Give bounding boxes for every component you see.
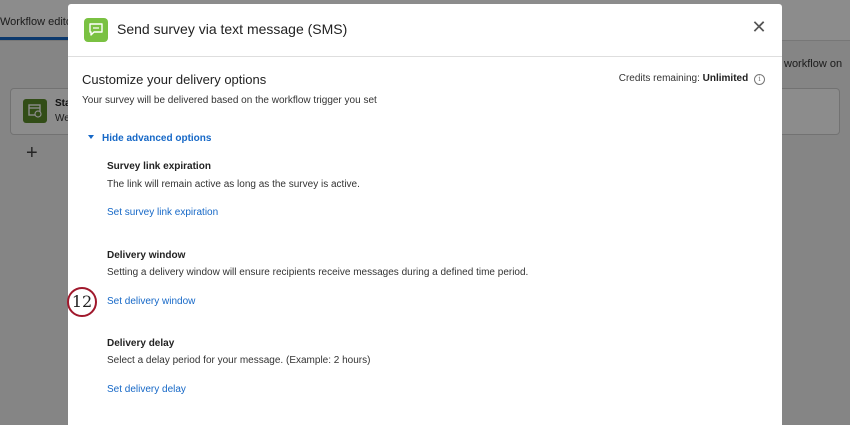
credits-remaining: Credits remaining: Unlimited i xyxy=(619,73,765,85)
delivery-delay-title: Delivery delay xyxy=(107,338,175,349)
close-icon[interactable]: ✕ xyxy=(750,18,768,36)
sms-chat-icon xyxy=(84,18,108,42)
info-icon[interactable]: i xyxy=(754,74,765,85)
hide-advanced-options-toggle[interactable]: Hide advanced options xyxy=(88,133,211,144)
section-title: Customize your delivery options xyxy=(82,72,267,87)
caret-down-icon xyxy=(88,135,94,139)
delivery-window-description: Setting a delivery window will ensure re… xyxy=(107,267,529,278)
delivery-window-title: Delivery window xyxy=(107,250,186,261)
credits-label: Credits remaining: xyxy=(618,73,700,84)
sms-delivery-modal: Send survey via text message (SMS) ✕ Cus… xyxy=(68,4,782,425)
section-subtitle: Your survey will be delivered based on t… xyxy=(82,95,377,106)
credits-value: Unlimited xyxy=(702,73,749,84)
set-delivery-delay-link[interactable]: Set delivery delay xyxy=(107,384,186,395)
step-number-badge: 12 xyxy=(67,287,97,317)
delivery-delay-description: Select a delay period for your message. … xyxy=(107,355,371,366)
set-link-expiration-link[interactable]: Set survey link expiration xyxy=(107,207,218,218)
modal-header: Send survey via text message (SMS) ✕ xyxy=(68,4,782,57)
toggle-label: Hide advanced options xyxy=(102,133,212,144)
link-expiration-title: Survey link expiration xyxy=(107,161,211,172)
modal-title: Send survey via text message (SMS) xyxy=(117,21,348,37)
set-delivery-window-link[interactable]: Set delivery window xyxy=(107,296,195,307)
link-expiration-description: The link will remain active as long as t… xyxy=(107,179,360,190)
